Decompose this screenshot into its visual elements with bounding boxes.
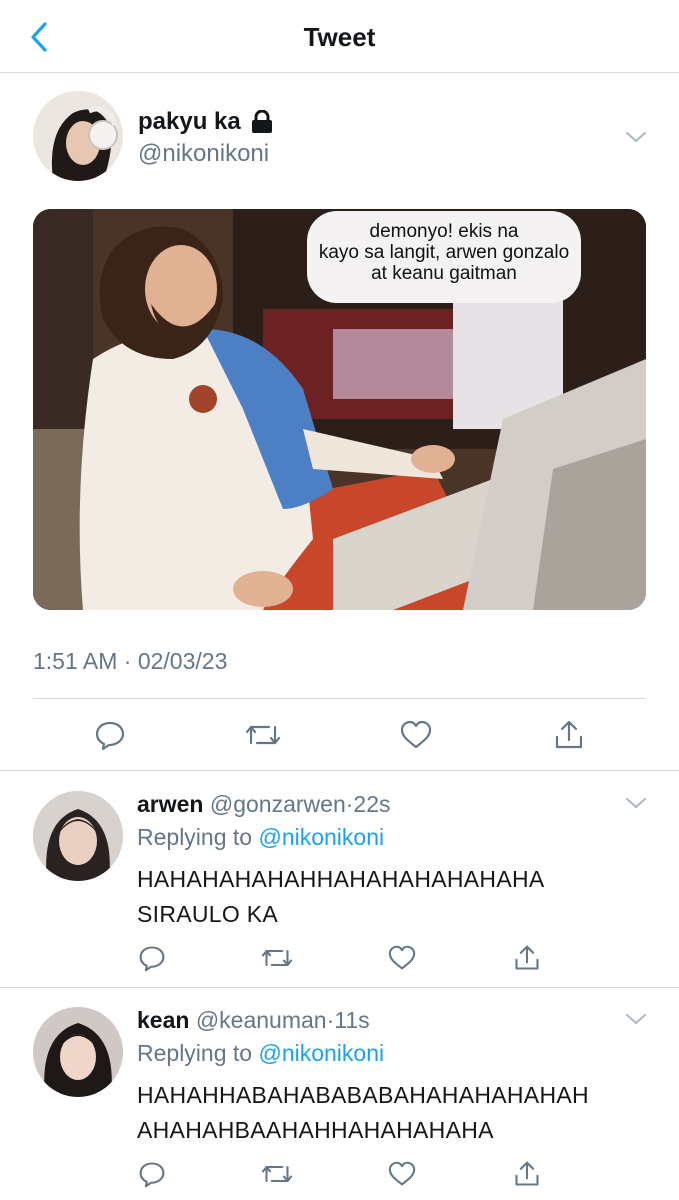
author-handle: @nikonikoni — [138, 140, 270, 167]
reply-button[interactable] — [90, 715, 130, 755]
reply-handle: @keanuman — [195, 1007, 327, 1033]
tweet-options-button[interactable] — [624, 125, 648, 149]
chevron-down-icon — [626, 132, 646, 142]
reply-header: arwen @gonzarwen·22s — [137, 791, 391, 818]
caption-line: kayo sa langit, arwen gonzalo — [318, 242, 570, 263]
replying-prefix: Replying to — [137, 1040, 253, 1066]
share-icon — [555, 720, 583, 749]
reply-avatar[interactable] — [33, 791, 123, 881]
author-display-name: pakyu ka — [138, 108, 273, 136]
reply-time: 22s — [353, 791, 391, 817]
share-button[interactable] — [507, 938, 547, 978]
like-button[interactable] — [382, 1154, 422, 1194]
author-avatar[interactable] — [33, 91, 123, 181]
divider — [0, 987, 679, 988]
reply-text-line: HAHAHHABAHABABABAHAHAHAHAHAH — [137, 1082, 589, 1108]
page-title: Tweet — [303, 22, 376, 52]
replying-to: Replying to @nikonikoni — [137, 1040, 384, 1067]
retweet-button[interactable] — [257, 1154, 297, 1194]
caption-line: demonyo! ekis na — [369, 221, 519, 242]
reply-handle: @gonzarwen — [209, 791, 346, 817]
reply-button[interactable] — [132, 1154, 172, 1194]
lock-icon — [251, 109, 273, 134]
media-caption-bubble: demonyo! ekis na kayo sa langit, arwen g… — [307, 211, 581, 303]
reply-text-line: AHAHAHBAAHAHHAHAHAHAHA — [137, 1117, 494, 1143]
retweet-button[interactable] — [257, 938, 297, 978]
reply-header: kean @keanuman·11s — [137, 1007, 370, 1034]
chevron-down-icon — [626, 798, 646, 808]
reply-display-name: kean — [137, 1007, 190, 1033]
reply-text: HAHAHHABAHABABABAHAHAHAHAHAH AHAHAHBAAHA… — [137, 1078, 589, 1148]
reply-text-line: HAHAHAHAHAHHAHAHAHAHAHAHA — [137, 866, 545, 892]
author-name-text: pakyu ka — [138, 108, 241, 135]
reply-options-button[interactable] — [624, 1007, 648, 1031]
caption-line: at keanu gaitman — [371, 263, 517, 284]
like-icon — [388, 1161, 416, 1186]
share-icon — [515, 945, 539, 970]
share-button[interactable] — [507, 1154, 547, 1194]
reply-button[interactable] — [132, 938, 172, 978]
like-icon — [388, 945, 416, 970]
divider — [0, 770, 679, 771]
retweet-icon — [245, 725, 281, 745]
reply-icon — [95, 721, 125, 751]
divider — [33, 698, 646, 699]
reply-display-name: arwen — [137, 791, 204, 817]
reply-icon — [139, 1162, 165, 1188]
reply-avatar[interactable] — [33, 1007, 123, 1097]
retweet-button[interactable] — [243, 715, 283, 755]
replying-prefix: Replying to — [137, 824, 253, 850]
replying-to-link[interactable]: @nikonikoni — [258, 1040, 384, 1066]
share-button[interactable] — [549, 715, 589, 755]
retweet-icon — [261, 1165, 293, 1183]
tweet-media-image[interactable]: demonyo! ekis na kayo sa langit, arwen g… — [33, 209, 646, 610]
share-icon — [515, 1161, 539, 1186]
reply-text: HAHAHAHAHAHHAHAHAHAHAHAHA SIRAULO KA — [137, 862, 545, 932]
replying-to: Replying to @nikonikoni — [137, 824, 384, 851]
like-icon — [400, 720, 432, 749]
like-button[interactable] — [396, 715, 436, 755]
reply-options-button[interactable] — [624, 791, 648, 815]
reply-icon — [139, 946, 165, 972]
retweet-icon — [261, 949, 293, 967]
reply-time: 11s — [334, 1007, 370, 1033]
chevron-down-icon — [626, 1014, 646, 1024]
replying-to-link[interactable]: @nikonikoni — [258, 824, 384, 850]
tweet-timestamp: 1:51 AM · 02/03/23 — [33, 648, 228, 674]
top-nav-bar: Tweet — [0, 0, 679, 73]
like-button[interactable] — [382, 938, 422, 978]
reply-text-line: SIRAULO KA — [137, 901, 279, 927]
